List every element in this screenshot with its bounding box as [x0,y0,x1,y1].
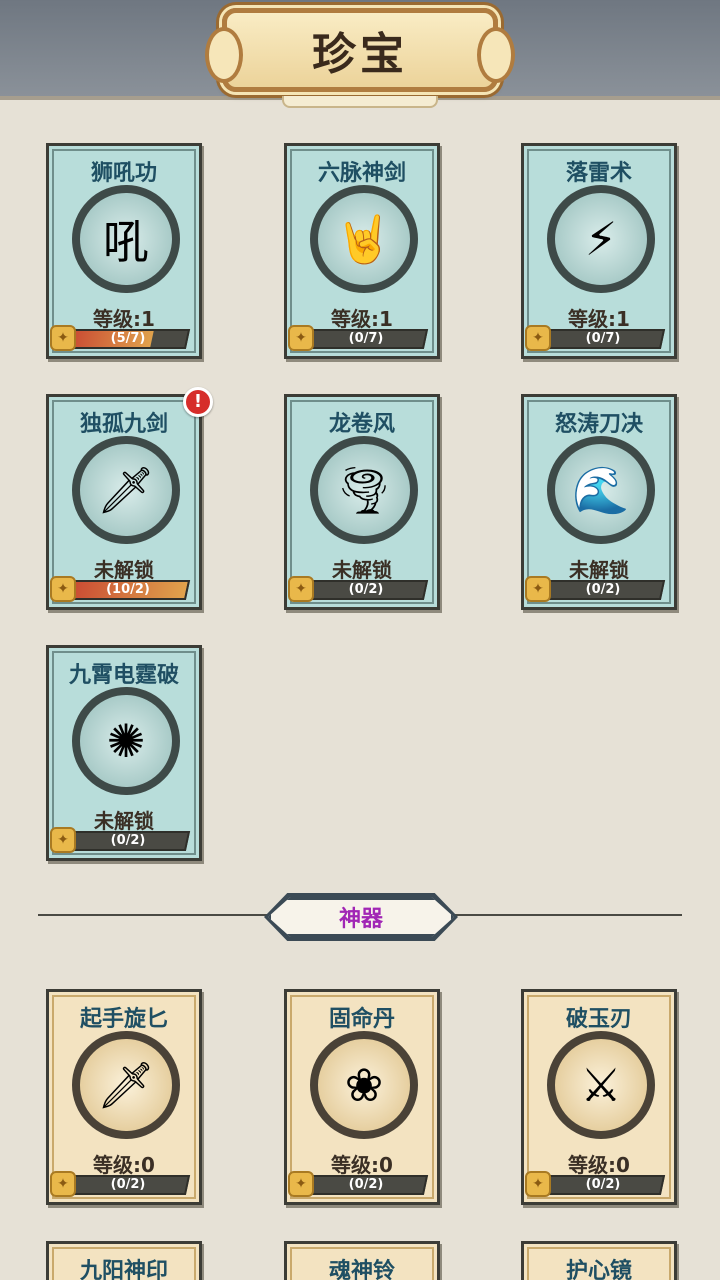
card-frame: 六脉神剑 🤘 等级:1 (0/7) ✦ [288,149,434,353]
card-name: 九阳神印 [79,1259,168,1280]
shard-progress-bar: (0/7) [540,329,666,349]
progress-text: (5/7) [110,331,146,346]
alert-badge-icon: ! [183,387,213,417]
treasure-card[interactable]: 龙卷风 🌪 未解锁 (0/2) ✦ [284,394,440,610]
jade-blade-icon: ⚔ [547,1031,655,1139]
card-name: 六脉神剑 [317,161,406,186]
puzzle-piece-icon: ✦ [50,827,76,853]
shard-progress-bar: (5/7) [65,329,191,349]
treasure-card[interactable]: 怒涛刀决 🌊 未解锁 (0/2) ✦ [521,394,677,610]
treasure-card[interactable]: 落雷术 ⚡ 等级:1 (0/7) ✦ [521,143,677,359]
shard-progress-bar: (0/2) [540,580,666,600]
progress-text: (10/2) [106,582,150,597]
section-label-artifacts: 神器 [268,897,454,937]
roar-icon: 吼 [72,185,180,293]
shard-progress-bar: (0/2) [303,580,429,600]
puzzle-piece-icon: ✦ [525,1171,551,1197]
card-frame: 破玉刃 ⚔ 等级:0 (0/2) ✦ [525,995,671,1199]
puzzle-piece-icon: ✦ [50,325,76,351]
card-name: 破玉刃 [565,1007,632,1032]
title-ribbon [282,96,438,108]
card-frame: 起手旋匕 🗡 等级:0 (0/2) ✦ [50,995,196,1199]
pill-icon: ❀ [310,1031,418,1139]
treasure-card[interactable]: 护心镜 [521,1241,677,1280]
card-name: 护心镜 [565,1259,632,1280]
treasure-card[interactable]: 九霄电霆破 ✺ 未解锁 (0/2) ✦ [46,645,202,861]
card-name: 狮吼功 [90,161,157,186]
puzzle-piece-icon: ✦ [288,1171,314,1197]
card-frame: 龙卷风 🌪 未解锁 (0/2) ✦ [288,400,434,604]
card-name: 独孤九剑 [79,412,168,437]
card-frame: 九霄电霆破 ✺ 未解锁 (0/2) ✦ [50,651,196,855]
spin-dagger-icon: 🗡 [72,1031,180,1139]
shard-progress-bar: (0/2) [303,1175,429,1195]
shard-progress-bar: (0/2) [65,831,191,851]
shard-progress-bar: (0/2) [540,1175,666,1195]
progress-text: (0/2) [348,582,384,597]
treasure-card[interactable]: 魂神铃 [284,1241,440,1280]
progress-text: (0/2) [110,833,146,848]
card-frame: 护心镜 [527,1247,671,1280]
shard-progress-bar: (10/2) [65,580,191,600]
treasure-card[interactable]: 起手旋匕 🗡 等级:0 (0/2) ✦ [46,989,202,1205]
card-frame: 落雷术 ⚡ 等级:1 (0/7) ✦ [525,149,671,353]
puzzle-piece-icon: ✦ [525,325,551,351]
treasure-card[interactable]: 破玉刃 ⚔ 等级:0 (0/2) ✦ [521,989,677,1205]
card-frame: 怒涛刀决 🌊 未解锁 (0/2) ✦ [525,400,671,604]
card-name: 怒涛刀决 [554,412,643,437]
finger-sword-icon: 🤘 [310,185,418,293]
lightning-icon: ⚡ [547,185,655,293]
progress-text: (0/2) [585,1177,621,1192]
nine-swords-icon: 🗡 [72,436,180,544]
card-frame: 固命丹 ❀ 等级:0 (0/2) ✦ [288,995,434,1199]
puzzle-piece-icon: ✦ [288,576,314,602]
card-name: 龙卷风 [328,412,395,437]
puzzle-piece-icon: ✦ [50,1171,76,1197]
puzzle-piece-icon: ✦ [50,576,76,602]
progress-text: (0/2) [110,1177,146,1192]
progress-text: (0/2) [348,1177,384,1192]
card-frame: 狮吼功吼等级:1 (5/7) ✦ [50,149,196,353]
card-name: 固命丹 [328,1007,395,1032]
thunder-orb-icon: ✺ [72,687,180,795]
tornado-icon: 🌪 [310,436,418,544]
treasure-card[interactable]: 九阳神印 [46,1241,202,1280]
card-frame: 魂神铃 [290,1247,434,1280]
progress-text: (0/7) [585,331,621,346]
card-name: 魂神铃 [328,1259,395,1280]
card-name: 九霄电霆破 [68,663,179,688]
treasure-card[interactable]: 狮吼功吼等级:1 (5/7) ✦ [46,143,202,359]
card-frame: 九阳神印 [52,1247,196,1280]
wave-blade-icon: 🌊 [547,436,655,544]
title-plaque: 珍宝 [205,8,515,92]
shard-progress-bar: (0/2) [65,1175,191,1195]
puzzle-piece-icon: ✦ [525,576,551,602]
treasure-card[interactable]: 六脉神剑 🤘 等级:1 (0/7) ✦ [284,143,440,359]
page-title: 珍宝 [312,29,408,80]
treasure-card[interactable]: 固命丹 ❀ 等级:0 (0/2) ✦ [284,989,440,1205]
card-frame: 独孤九剑 🗡 未解锁 (10/2) ✦ [50,400,196,604]
puzzle-piece-icon: ✦ [288,325,314,351]
progress-text: (0/7) [348,331,384,346]
card-name: 落雷术 [565,161,632,186]
progress-text: (0/2) [585,582,621,597]
card-name: 起手旋匕 [79,1007,168,1032]
treasure-card[interactable]: 独孤九剑 🗡 未解锁 (10/2) ✦! [46,387,213,610]
shard-progress-bar: (0/7) [303,329,429,349]
